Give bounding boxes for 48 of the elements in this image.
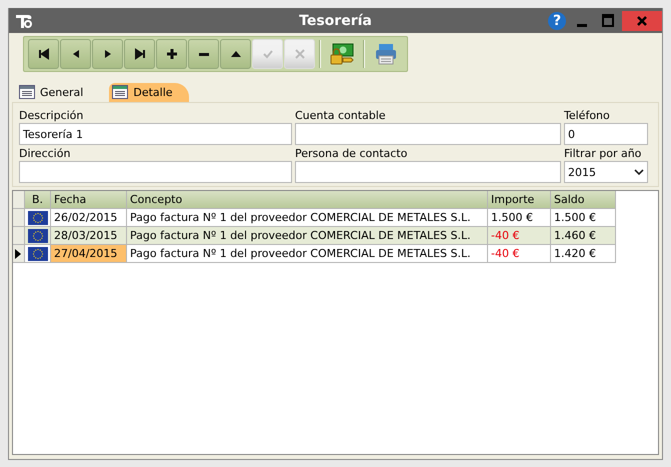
previous-button[interactable] — [60, 39, 91, 69]
input-field[interactable]: 0 — [564, 123, 648, 145]
eu-flag-icon — [28, 210, 48, 224]
table-cell: Pago factura Nº 1 del proveedor COMERCIAL DE METALES S.L. — [127, 227, 488, 245]
tab[interactable]: General — [16, 83, 100, 102]
help-button[interactable]: ? — [548, 12, 566, 30]
eu-flag-icon — [28, 246, 48, 260]
field-label: Filtrar por año — [564, 147, 642, 160]
field-label: Dirección — [19, 147, 72, 160]
triangle-left-icon — [72, 49, 80, 59]
table-cell: 27/04/2015 — [51, 245, 127, 263]
minus-icon — [198, 52, 210, 56]
first-record-button[interactable] — [28, 39, 59, 69]
close-button[interactable] — [622, 10, 662, 30]
next-button[interactable] — [92, 39, 123, 69]
input-field[interactable]: Tesorería 1 — [19, 123, 292, 145]
field-label: Teléfono — [564, 109, 611, 122]
table-icon — [112, 85, 128, 99]
table-icon — [19, 85, 35, 99]
column-header[interactable]: Saldo — [551, 191, 616, 209]
current-row-icon — [15, 248, 21, 258]
field-label: Cuenta contable — [295, 109, 387, 122]
input-field[interactable] — [19, 161, 292, 183]
eu-flag-icon — [28, 228, 48, 242]
window-title: Tesorería — [299, 12, 372, 28]
row-indicator[interactable] — [13, 245, 25, 263]
row-indicator-header — [13, 191, 25, 209]
column-header[interactable]: Importe — [488, 191, 551, 209]
up-button[interactable] — [220, 39, 251, 69]
field-label: Descripción — [19, 109, 84, 122]
table-cell: -40 € — [488, 245, 551, 263]
table-cell: Pago factura Nº 1 del proveedor COMERCIAL DE METALES S.L. — [127, 245, 488, 263]
input-field[interactable] — [295, 123, 561, 145]
column-header[interactable]: Concepto — [127, 191, 488, 209]
table-cell: 1.420 € — [551, 245, 616, 263]
remove-button[interactable] — [188, 39, 219, 69]
tab[interactable]: Detalle — [109, 83, 189, 102]
year-select[interactable]: 2015 — [564, 161, 648, 183]
table-cell: 1.460 € — [551, 227, 616, 245]
last-record-button[interactable] — [124, 39, 155, 69]
column-header[interactable]: Fecha — [51, 191, 127, 209]
column-header[interactable]: B. — [25, 191, 51, 209]
input-field[interactable] — [295, 161, 561, 183]
field-label: Persona de contacto — [295, 147, 408, 160]
chevron-down-icon — [634, 168, 644, 176]
add-button[interactable] — [156, 39, 187, 69]
table-cell: -40 € — [488, 227, 551, 245]
triangle-right-icon — [104, 49, 112, 59]
